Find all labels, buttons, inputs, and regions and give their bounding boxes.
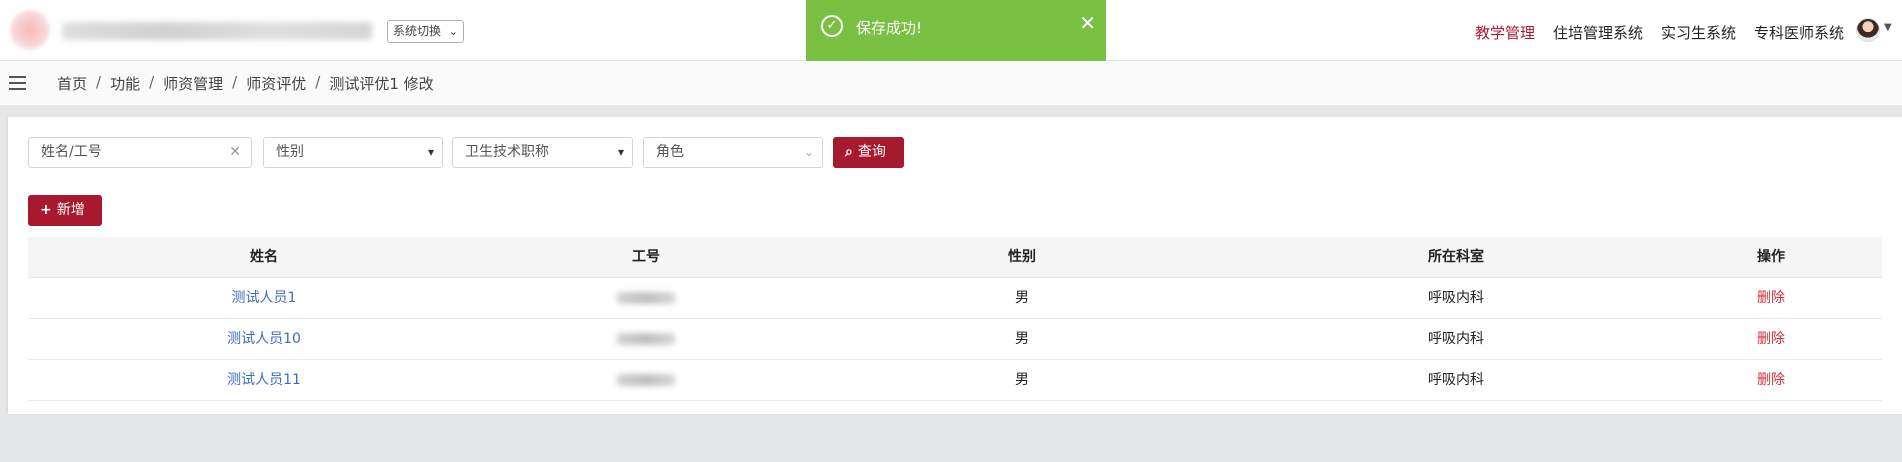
clear-icon[interactable]: ✕ xyxy=(229,138,241,167)
name-search-placeholder: 姓名/工号 xyxy=(41,144,102,160)
person-name-link[interactable]: 测试人员1 xyxy=(28,278,500,318)
breadcrumb-faculty-evaluation[interactable]: 师资评优 xyxy=(246,73,306,94)
column-header-id: 工号 xyxy=(632,249,660,265)
name-search-input[interactable]: 姓名/工号 ✕ xyxy=(28,137,252,168)
title-select[interactable]: 卫生技术职称 ▾ xyxy=(452,137,633,168)
query-button[interactable]: ⌕ 查询 xyxy=(833,137,904,168)
gender-select-label: 性别 xyxy=(276,144,304,160)
table-header: 姓名 工号 性别 所在科室 操作 xyxy=(28,237,1882,278)
breadcrumb-separator: / xyxy=(149,73,155,91)
chevron-down-icon: ⌄ xyxy=(448,25,459,38)
breadcrumb-home[interactable]: 首页 xyxy=(57,73,87,94)
employee-id-blurred xyxy=(500,319,792,359)
breadcrumb-separator: / xyxy=(96,73,102,91)
nav-intern-system[interactable]: 实习生系统 xyxy=(1661,22,1736,43)
column-header-name: 姓名 xyxy=(250,249,278,265)
check-circle-icon: ✓ xyxy=(821,15,843,37)
nav-specialist-system[interactable]: 专科医师系统 xyxy=(1754,22,1844,43)
nav-teaching-management[interactable]: 教学管理 xyxy=(1475,22,1535,43)
gender-cell: 男 xyxy=(1015,372,1029,388)
breadcrumb: 首页 / 功能 / 师资管理 / 师资评优 / 测试评优1 修改 xyxy=(57,73,434,94)
nav-residency-system[interactable]: 住培管理系统 xyxy=(1553,22,1643,43)
role-select[interactable]: 角色 ⌄ xyxy=(643,137,823,168)
department-cell: 呼吸内科 xyxy=(1428,331,1484,347)
plus-icon: + xyxy=(40,202,52,218)
main-panel: 姓名/工号 ✕ 性别 ▾ 卫生技术职称 ▾ 角色 ⌄ ⌕ 查询 + 新增 姓名 工号… xyxy=(8,117,1902,414)
success-toast: ✓ 保存成功! ✕ xyxy=(806,0,1106,61)
breadcrumb-separator: / xyxy=(315,73,321,91)
person-name-link[interactable]: 测试人员11 xyxy=(28,360,500,400)
gender-select[interactable]: 性别 ▾ xyxy=(263,137,443,168)
menu-icon[interactable] xyxy=(9,76,26,90)
hospital-name-blurred xyxy=(62,22,372,40)
title-select-label: 卫生技术职称 xyxy=(465,144,549,160)
table-row: 测试人员11 男 呼吸内科 删除 xyxy=(28,360,1882,401)
query-button-label: 查询 xyxy=(857,144,886,160)
chevron-down-icon: ▾ xyxy=(427,145,434,159)
column-header-gender: 性别 xyxy=(1008,249,1036,265)
gender-cell: 男 xyxy=(1015,290,1029,306)
system-switch-label: 系统切换 xyxy=(393,24,442,38)
avatar-icon[interactable] xyxy=(1856,18,1880,42)
hospital-logo-icon xyxy=(10,10,50,50)
add-button[interactable]: + 新增 xyxy=(28,195,102,226)
employee-id-blurred xyxy=(500,360,792,400)
gender-cell: 男 xyxy=(1015,331,1029,347)
system-switch-select[interactable]: 系统切换 ⌄ xyxy=(387,20,465,43)
table-row: 测试人员1 男 呼吸内科 删除 xyxy=(28,278,1882,319)
close-icon[interactable]: ✕ xyxy=(1079,13,1096,33)
search-icon: ⌕ xyxy=(845,144,853,160)
table-row: 测试人员10 男 呼吸内科 删除 xyxy=(28,319,1882,360)
system-nav: 教学管理 住培管理系统 实习生系统 专科医师系统 xyxy=(1475,22,1844,43)
chevron-down-icon: ▾ xyxy=(617,145,624,159)
breadcrumb-separator: / xyxy=(232,73,238,91)
breadcrumb-function[interactable]: 功能 xyxy=(110,73,140,94)
person-name-link[interactable]: 测试人员10 xyxy=(28,319,500,359)
column-header-action: 操作 xyxy=(1757,249,1785,265)
delete-link[interactable]: 删除 xyxy=(1660,319,1882,359)
delete-link[interactable]: 删除 xyxy=(1660,278,1882,318)
breadcrumb-current: 测试评优1 修改 xyxy=(329,75,434,93)
department-cell: 呼吸内科 xyxy=(1428,290,1484,306)
add-button-label: 新增 xyxy=(56,202,85,218)
chevron-down-icon: ⌄ xyxy=(803,145,814,159)
delete-link[interactable]: 删除 xyxy=(1660,360,1882,400)
column-header-department: 所在科室 xyxy=(1428,249,1484,265)
breadcrumb-faculty-management[interactable]: 师资管理 xyxy=(163,73,223,94)
avatar-caret-icon[interactable]: ▼ xyxy=(1884,22,1892,33)
page-background xyxy=(0,414,1902,462)
role-select-label: 角色 xyxy=(656,144,684,160)
employee-id-blurred xyxy=(500,278,792,318)
department-cell: 呼吸内科 xyxy=(1428,372,1484,388)
toast-message: 保存成功! xyxy=(856,19,923,37)
breadcrumb-bar: 首页 / 功能 / 师资管理 / 师资评优 / 测试评优1 修改 xyxy=(0,61,1902,106)
faculty-table: 姓名 工号 性别 所在科室 操作 测试人员1 男 呼吸内科 删除 测试人员10 … xyxy=(28,237,1882,401)
